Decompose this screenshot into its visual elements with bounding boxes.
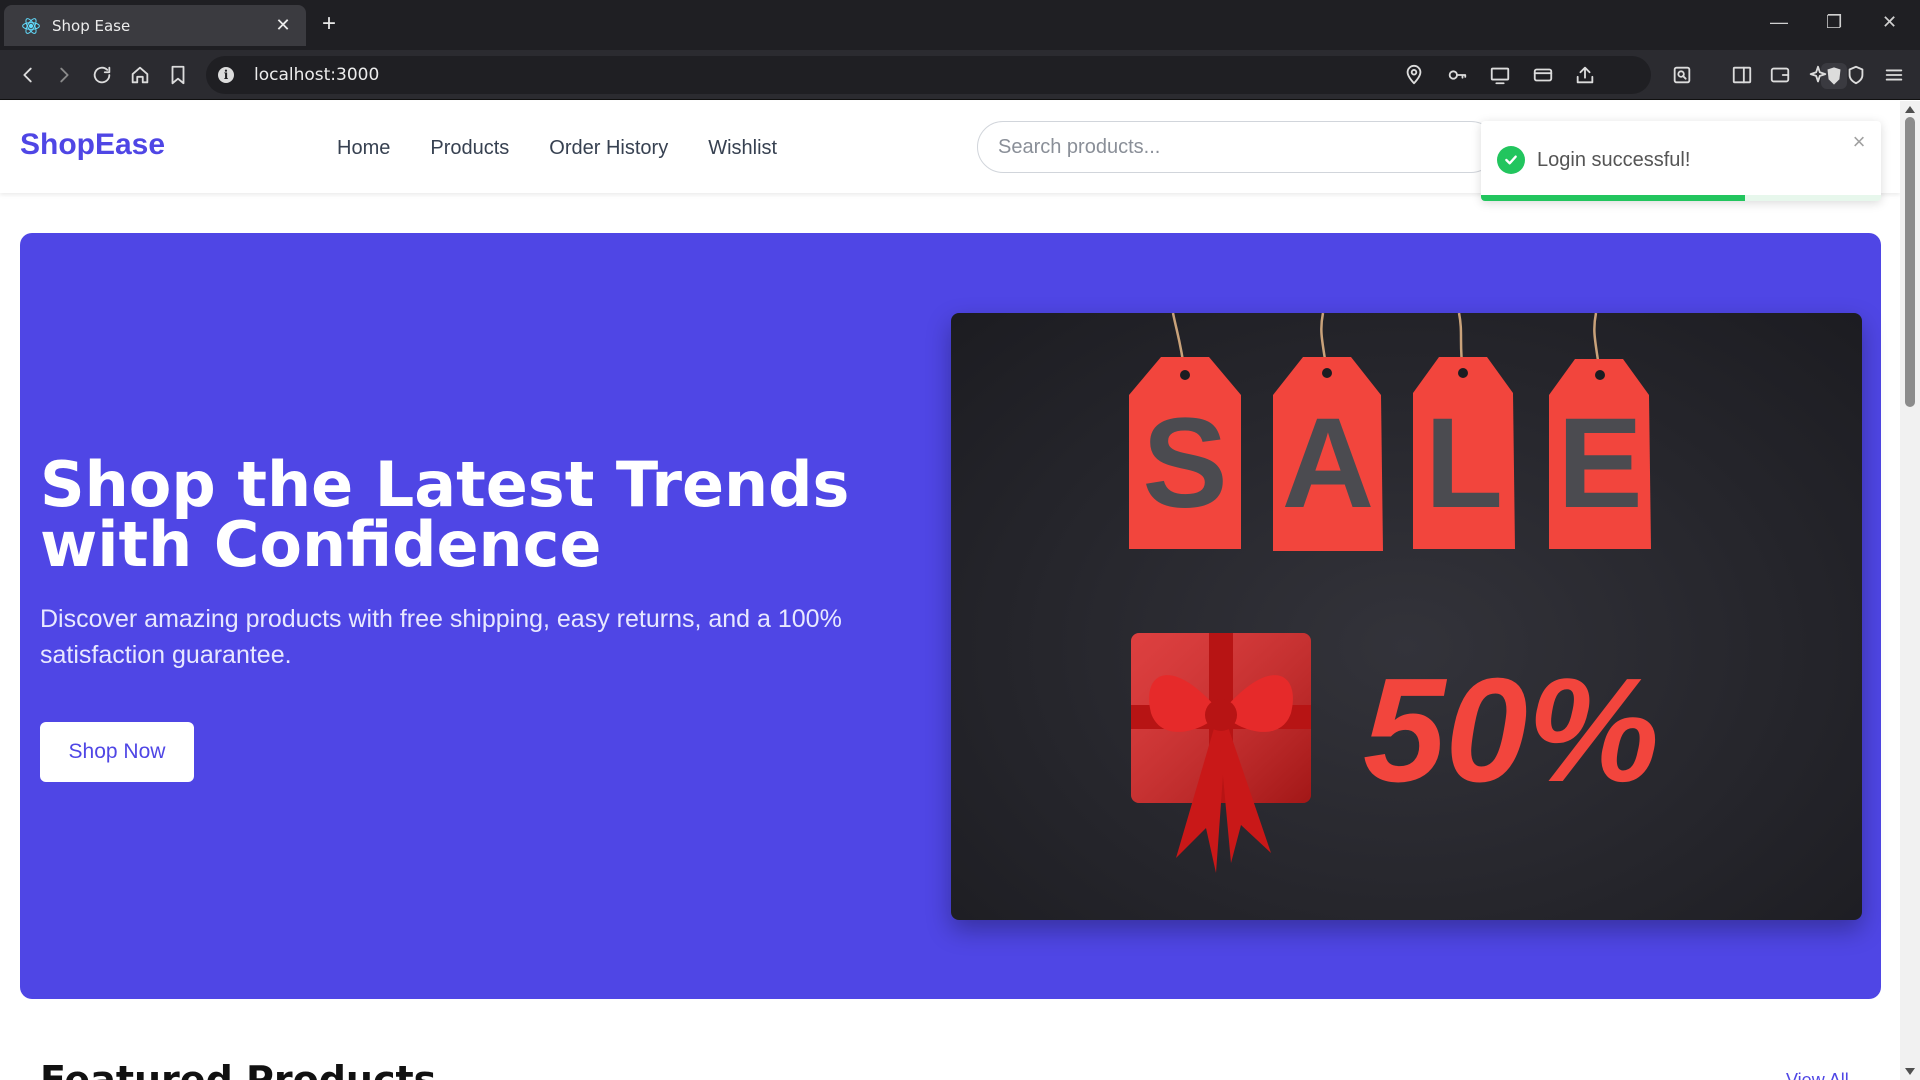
toast-message: Login successful!	[1537, 149, 1691, 171]
search-input[interactable]	[977, 121, 1497, 173]
forward-icon[interactable]	[52, 63, 76, 87]
leo-ai-icon[interactable]	[1806, 63, 1830, 87]
minimize-icon[interactable]: —	[1770, 12, 1788, 33]
share-icon[interactable]	[1573, 63, 1597, 87]
featured-products-title: Featured Products	[40, 1058, 437, 1080]
login-toast: Login successful! ×	[1481, 121, 1881, 201]
scroll-thumb[interactable]	[1905, 117, 1915, 407]
reload-icon[interactable]	[90, 63, 114, 87]
hero-banner: Shop the Latest Trends with Confidence D…	[20, 233, 1881, 999]
hero-title: Shop the Latest Trends with Confidence	[40, 448, 850, 581]
url-text[interactable]: localhost:3000	[254, 65, 379, 85]
brand-logo[interactable]: ShopEase	[20, 128, 165, 162]
address-bar[interactable]: i localhost:3000	[206, 56, 1847, 94]
wallet-icon[interactable]	[1768, 63, 1792, 87]
sidebar-icon[interactable]	[1730, 63, 1754, 87]
reader-icon[interactable]	[1670, 63, 1694, 87]
shop-now-button[interactable]: Shop Now	[40, 722, 194, 782]
close-window-icon[interactable]: ✕	[1882, 12, 1897, 33]
browser-toolbar: i localhost:3000	[0, 50, 1920, 100]
sale-tag-letter: A	[1282, 392, 1374, 535]
toast-progress-track	[1481, 195, 1881, 201]
home-icon[interactable]	[128, 63, 152, 87]
cast-icon[interactable]	[1488, 63, 1512, 87]
nav-order-history[interactable]: Order History	[549, 137, 668, 160]
menu-icon[interactable]	[1882, 63, 1906, 87]
nav-wishlist[interactable]: Wishlist	[708, 137, 777, 160]
nav-products[interactable]: Products	[430, 137, 509, 160]
check-circle-icon	[1497, 146, 1525, 174]
nav-home[interactable]: Home	[337, 137, 390, 160]
scroll-down-icon[interactable]	[1905, 1068, 1915, 1075]
react-icon	[20, 15, 42, 37]
gift-box-icon	[1131, 633, 1311, 873]
new-tab-icon[interactable]: +	[322, 12, 336, 36]
tab-title: Shop Ease	[52, 16, 131, 35]
key-icon[interactable]	[1445, 63, 1469, 87]
back-icon[interactable]	[16, 63, 40, 87]
tab-close-icon[interactable]: ✕	[272, 15, 294, 36]
scroll-up-icon[interactable]	[1905, 106, 1915, 113]
toast-progress-bar	[1481, 195, 1745, 201]
close-icon[interactable]: ×	[1847, 129, 1871, 155]
view-all-link[interactable]: View All	[1786, 1070, 1849, 1080]
site-info-icon[interactable]: i	[218, 67, 234, 83]
main-nav: Home Products Order History Wishlist	[337, 137, 777, 160]
sale-banner-image: S A L E 50%	[951, 313, 1862, 920]
discount-text: 50%	[1363, 648, 1659, 813]
hero-subtitle: Discover amazing products with free ship…	[40, 605, 842, 669]
browser-tab[interactable]: Shop Ease ✕	[4, 5, 306, 46]
sale-tag-letter: E	[1557, 392, 1642, 535]
page-scrollbar[interactable]	[1900, 101, 1920, 1080]
card-icon[interactable]	[1531, 63, 1555, 87]
sale-tag-letter: L	[1425, 392, 1503, 535]
vpn-icon[interactable]	[1844, 63, 1868, 87]
bookmark-icon[interactable]	[166, 63, 190, 87]
browser-tab-bar: Shop Ease ✕ + — ❐ ✕	[0, 0, 1920, 50]
restore-icon[interactable]: ❐	[1826, 12, 1842, 33]
location-icon[interactable]	[1402, 63, 1426, 87]
sale-tag-letter: S	[1142, 392, 1227, 535]
